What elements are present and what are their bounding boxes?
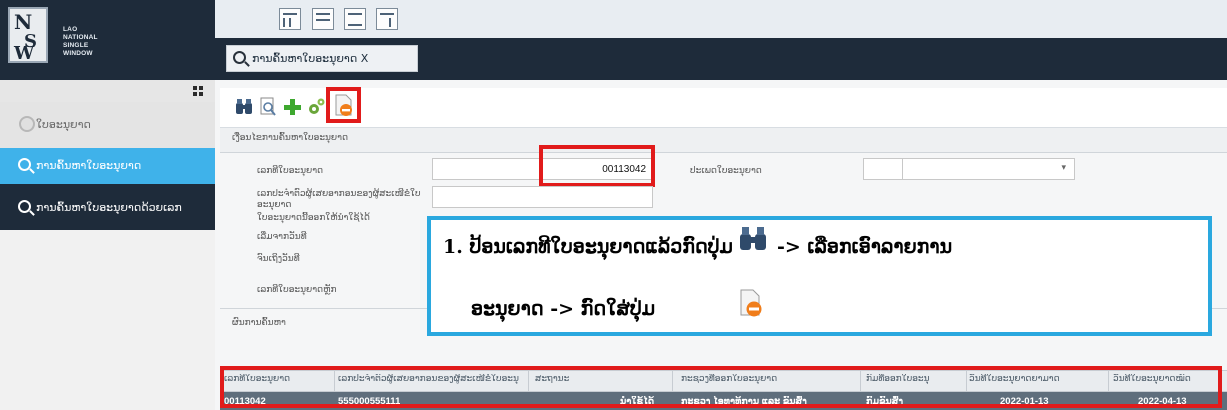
end-date-label: ຈົນເຖິງວັນທີ: [257, 254, 300, 264]
binoculars-icon[interactable]: [234, 97, 254, 117]
sidebar-item-label: ໃບອະນຸຍາດ: [36, 118, 91, 131]
search-icon: [18, 200, 31, 213]
nsw-logo: N S W: [8, 7, 48, 64]
search-icon: [18, 158, 31, 171]
search-icon: [233, 51, 246, 64]
main-license-label: ເລກທີໃບອະນຸຍາດຫຼັກ: [257, 285, 337, 295]
license-number-label: ເລກທີໃບອະນຸຍາດ: [257, 166, 324, 176]
search-criteria-title: ເງື່ອນໄຂການຄົ້ນຫາໃບອະນຸຍາດ: [232, 133, 348, 143]
logo-text-national: NATIONAL: [63, 34, 98, 41]
license-type-select[interactable]: ▾: [863, 158, 1075, 180]
start-date-label: ເລີ່ມຈາກວັນທີ: [257, 232, 307, 242]
callout-line1-suffix: -> ເລືອກເອົາລາຍການ: [777, 236, 953, 258]
sidebar-item-license-search[interactable]: ການຄົ້ນຫາໃບອະນຸຍາດ: [0, 148, 215, 184]
tab-label: ການຄົ້ນຫາໃບອະນຸຍາດ X: [252, 52, 369, 65]
binoculars-icon: [740, 227, 766, 250]
radio-icon: [19, 116, 35, 132]
grid-menu-icon[interactable]: [193, 86, 203, 96]
callout-line2: ອະນຸຍາດ -> ກົດໃສ່ປຸ່ມ: [471, 298, 656, 320]
highlight-result-row: [220, 366, 1222, 408]
highlight-license-number: [539, 145, 655, 187]
search-criteria-header: [220, 128, 1227, 153]
sidebar-item-label: ການຄົ້ນຫາໃບອະນຸຍາດ: [36, 159, 142, 172]
logo-text-window: WINDOW: [63, 50, 93, 57]
callout-line1-prefix: 1. ປ້ອນເລກທີໃບອະນຸຍາດແລ້ວກົດປຸ່ມ: [443, 236, 733, 258]
chevron-down-icon: ▾: [1061, 163, 1066, 173]
sidebar-toggle-bar: [0, 80, 215, 102]
sidebar-item-label: ການຄົ້ນຫາໃບອະນຸຍາດດ້ວຍເລກ: [36, 201, 182, 214]
remove-document-icon: [740, 289, 762, 317]
layout-toolbar: [215, 0, 1227, 38]
tax-id-label: ເລກປະຈຳຕົວຜູ້ເສຍອາກອນຂອງຜູ້ສະເໜີຂໍໃບອະນຸ…: [257, 189, 421, 210]
license-type-label: ປະເພດໃບອະນຸຍາດ: [690, 166, 762, 176]
results-title: ຜົນການຄົ້ນຫາ: [232, 318, 286, 328]
highlight-remove-button: [326, 87, 361, 123]
sidebar-item-licenses[interactable]: ໃບອະນຸຍາດ: [0, 102, 215, 148]
layout-top-split-icon[interactable]: [312, 8, 334, 30]
layout-bottom-split-icon[interactable]: [344, 8, 366, 30]
settings-icon[interactable]: [306, 97, 326, 117]
logo-mark-w: W: [14, 43, 35, 64]
logo-text-lao: LAO: [63, 26, 78, 33]
preview-icon[interactable]: [258, 97, 278, 117]
tax-id-input[interactable]: [432, 186, 653, 208]
action-toolbar: [220, 88, 1227, 128]
sidebar-item-license-search-by-number[interactable]: ການຄົ້ນຫາໃບອະນຸຍາດດ້ວຍເລກ: [0, 184, 215, 230]
layout-columns-icon[interactable]: [279, 8, 301, 30]
layout-right-split-icon[interactable]: [376, 8, 398, 30]
valid-label: ໃບອະນຸຍາດນີ້ອອກໃຫ້ນຳໃຊ້ໄດ້: [257, 213, 370, 223]
logo-text-single: SINGLE: [63, 42, 89, 49]
tab-license-search[interactable]: ການຄົ້ນຫາໃບອະນຸຍາດ X: [226, 45, 418, 72]
add-icon[interactable]: [282, 97, 302, 117]
